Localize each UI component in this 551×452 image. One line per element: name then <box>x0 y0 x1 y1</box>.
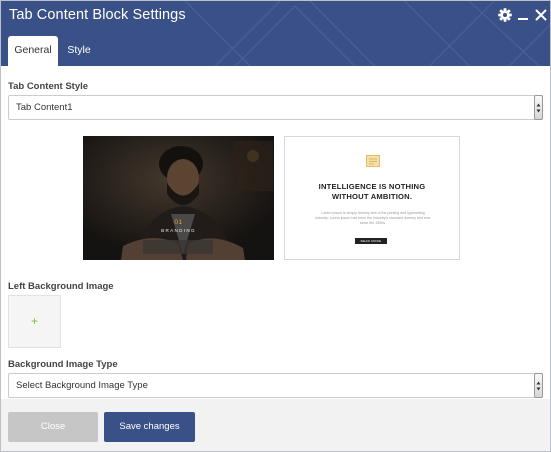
settings-dialog: Tab Content Block Settings General Style… <box>0 0 551 452</box>
background-image-type-value: Select Background Image Type <box>16 380 148 391</box>
photo-illustration <box>83 136 274 260</box>
preview-headline-line-1: INTELLIGENCE IS NOTHING <box>318 182 426 191</box>
dialog-footer: Close Save changes <box>1 399 550 451</box>
select-arrow-icon[interactable] <box>534 95 543 120</box>
tab-content-style-select[interactable]: Tab Content1 <box>8 95 543 120</box>
preview-body-text: Lorem ipsum is simply dummy text of the … <box>315 211 431 225</box>
dialog-title: Tab Content Block Settings <box>9 7 186 23</box>
preview-headline-line-2: WITHOUT AMBITION. <box>331 192 413 201</box>
left-background-image-label: Left Background Image <box>8 281 114 292</box>
tab-general[interactable]: General <box>8 36 58 66</box>
tab-content-style-label: Tab Content Style <box>8 81 89 92</box>
plus-icon: + <box>30 314 38 328</box>
style-preview-text[interactable]: INTELLIGENCE IS NOTHING WITHOUT AMBITION… <box>284 136 460 260</box>
save-changes-button[interactable]: Save changes <box>104 412 195 442</box>
close-icon[interactable] <box>533 7 549 23</box>
style-preview-photo[interactable]: 01 BRANDING <box>83 136 274 260</box>
preview-headline: INTELLIGENCE IS NOTHING WITHOUT AMBITION… <box>285 182 459 202</box>
select-arrow-icon[interactable] <box>534 373 543 398</box>
document-icon <box>366 155 380 167</box>
close-button[interactable]: Close <box>8 412 98 442</box>
background-image-type-select[interactable]: Select Background Image Type <box>8 373 543 398</box>
preview-read-more: READ MORE <box>355 238 387 244</box>
gear-icon[interactable] <box>497 7 513 23</box>
tab-style[interactable]: Style <box>60 36 98 66</box>
preview-number: 01 <box>174 219 183 226</box>
preview-caption: BRANDING <box>161 228 196 233</box>
add-image-button[interactable]: + <box>8 295 61 348</box>
background-image-type-label: Background Image Type <box>8 359 118 370</box>
tab-content-style-value: Tab Content1 <box>16 102 73 113</box>
dialog-header: Tab Content Block Settings General Style <box>1 1 550 66</box>
minimize-icon[interactable] <box>515 7 531 23</box>
